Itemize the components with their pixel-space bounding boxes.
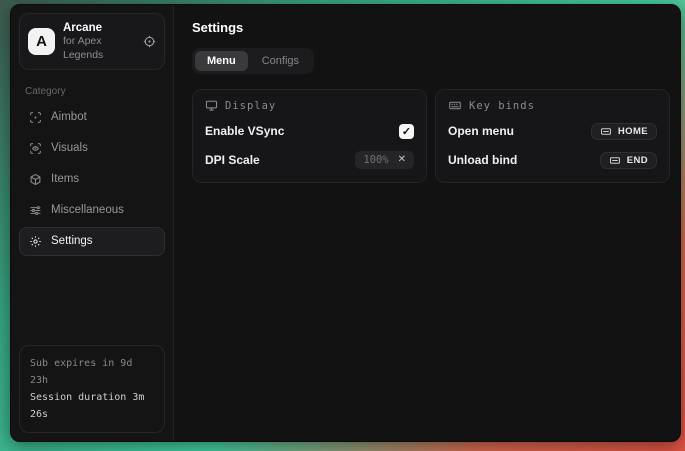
bind-key-label: HOME: [618, 126, 648, 137]
bind-key-label: END: [627, 155, 648, 166]
sliders-icon: [29, 204, 42, 217]
app-window: A Arcane for Apex Legends Category: [10, 4, 681, 442]
sub-expires-text: Sub expires in 9d 23h: [30, 355, 154, 389]
keybinds-card: Key binds Open menu HOME: [435, 89, 670, 183]
tab-configs[interactable]: Configs: [250, 51, 311, 71]
brand-subtitle: for Apex Legends: [63, 35, 135, 61]
dpi-scale-value: 100%: [363, 154, 388, 166]
setting-label: Enable VSync: [205, 124, 284, 138]
sidebar-item-label: Miscellaneous: [51, 204, 124, 216]
open-menu-bind-button[interactable]: HOME: [591, 123, 657, 140]
sidebar-item-miscellaneous[interactable]: Miscellaneous: [19, 196, 165, 225]
page-title: Settings: [192, 20, 670, 35]
sidebar-item-label: Visuals: [51, 142, 88, 154]
keyboard-icon: [600, 126, 612, 137]
setting-row-vsync: Enable VSync ✓: [205, 121, 414, 141]
setting-row-dpi: DPI Scale 100% ✕: [205, 150, 414, 170]
sidebar: A Arcane for Apex Legends Category: [11, 5, 174, 441]
vsync-checkbox[interactable]: ✓: [399, 124, 414, 139]
crosshair-circle-icon[interactable]: [143, 35, 156, 48]
subscription-info: Sub expires in 9d 23h Session duration 3…: [19, 345, 165, 433]
keyboard-icon: [609, 155, 621, 166]
card-title: Key binds: [469, 100, 535, 112]
main-content: Settings Menu Configs Display: [174, 5, 681, 441]
app-logo: A: [28, 28, 55, 55]
setting-label: Unload bind: [448, 153, 517, 167]
keyboard-icon: [448, 99, 462, 112]
dpi-scale-input[interactable]: 100% ✕: [355, 151, 414, 169]
sidebar-item-label: Items: [51, 173, 79, 185]
brand-header: A Arcane for Apex Legends: [19, 13, 165, 70]
sidebar-item-visuals[interactable]: Visuals: [19, 134, 165, 163]
setting-label: Open menu: [448, 124, 514, 138]
sidebar-item-label: Aimbot: [51, 111, 87, 123]
sidebar-item-items[interactable]: Items: [19, 165, 165, 194]
sidebar-item-label: Settings: [51, 235, 93, 247]
setting-label: DPI Scale: [205, 153, 260, 167]
unload-bind-button[interactable]: END: [600, 152, 657, 169]
clear-icon[interactable]: ✕: [398, 155, 406, 165]
cube-icon: [29, 173, 42, 186]
tab-menu[interactable]: Menu: [195, 51, 248, 71]
category-label: Category: [25, 86, 159, 97]
setting-row-open-menu: Open menu HOME: [448, 121, 657, 141]
category-nav: Aimbot Visuals: [19, 103, 165, 256]
display-card: Display Enable VSync ✓ DPI Scale 100% ✕: [192, 89, 427, 183]
crosshair-icon: [29, 111, 42, 124]
brand-name: Arcane: [63, 21, 135, 35]
setting-row-unload-bind: Unload bind END: [448, 150, 657, 170]
sidebar-item-settings[interactable]: Settings: [19, 227, 165, 256]
session-duration-text: Session duration 3m 26s: [30, 389, 154, 423]
sidebar-item-aimbot[interactable]: Aimbot: [19, 103, 165, 132]
gear-icon: [29, 235, 42, 248]
card-title: Display: [225, 100, 276, 112]
settings-tabbar: Menu Configs: [192, 48, 314, 74]
monitor-icon: [205, 99, 218, 112]
eye-icon: [29, 142, 42, 155]
